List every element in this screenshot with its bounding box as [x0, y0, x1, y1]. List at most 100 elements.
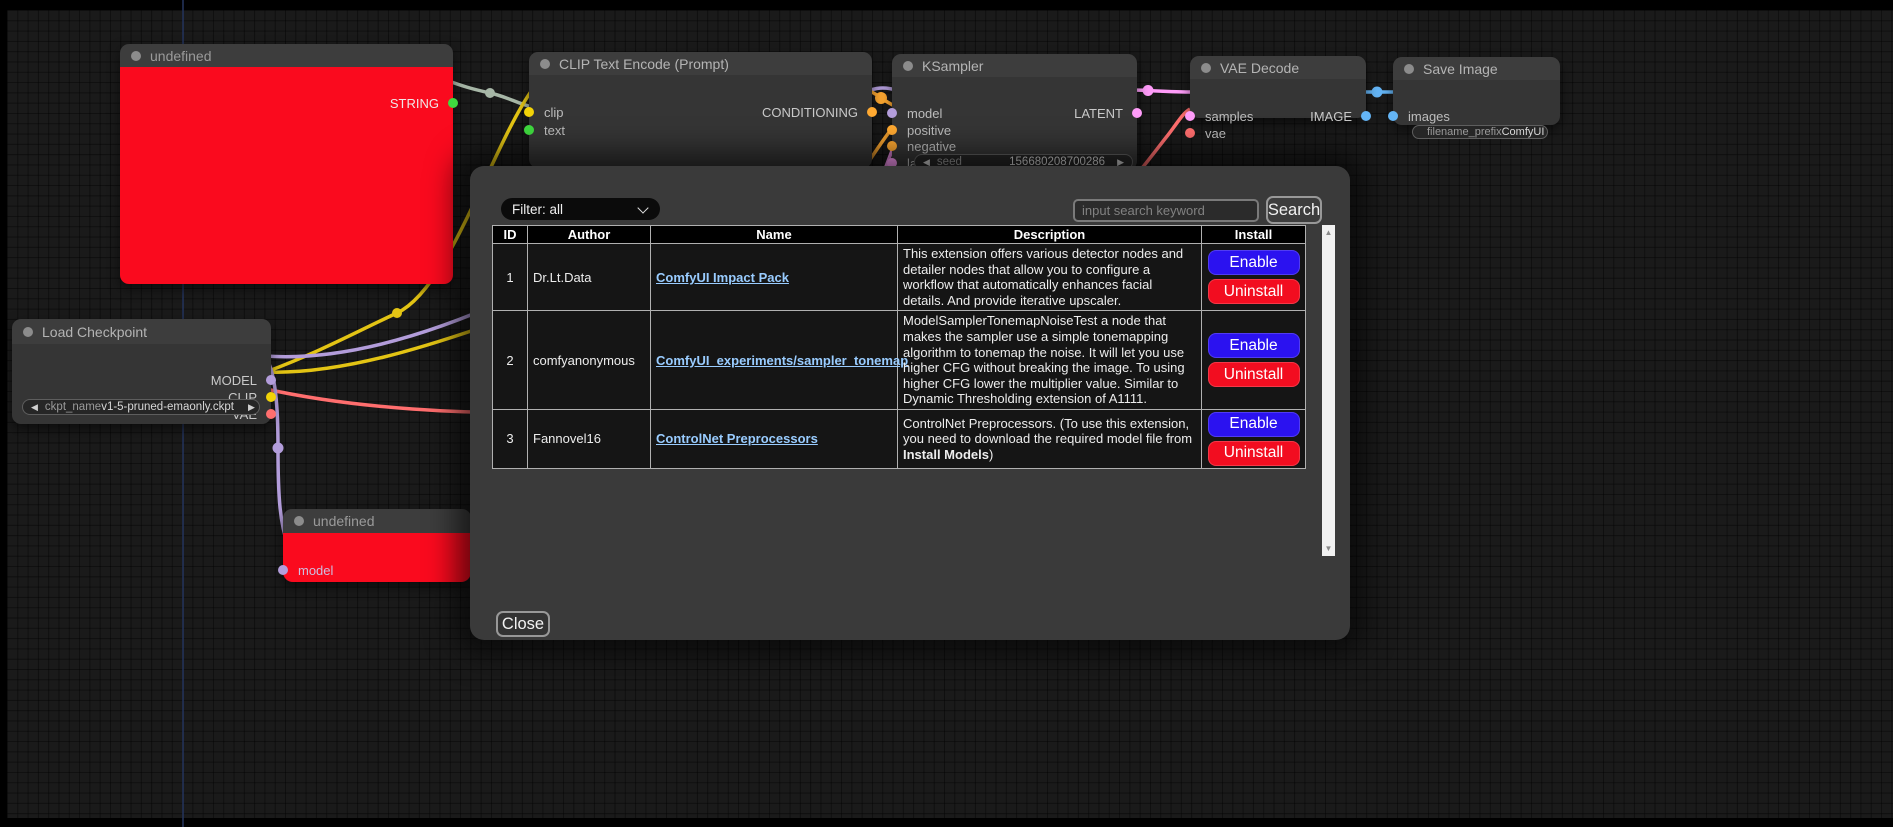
reroute-dot-latent[interactable] [1143, 85, 1154, 96]
filename-prefix-widget[interactable]: filename_prefix ComfyUI [1412, 125, 1548, 139]
node-header[interactable]: VAE Decode [1190, 56, 1366, 79]
scroll-down-icon[interactable]: ▼ [1322, 542, 1335, 555]
output-label-string: STRING [390, 97, 439, 110]
node-header[interactable]: KSampler [892, 54, 1137, 77]
output-label-latent: LATENT [1074, 107, 1123, 120]
node-header[interactable]: Save Image [1393, 57, 1560, 80]
input-port-negative[interactable] [887, 141, 897, 151]
input-port-model[interactable] [278, 565, 288, 575]
widget-name: ckpt_name [45, 401, 101, 413]
cell-description: ControlNet Preprocessors. (To use this e… [898, 409, 1202, 468]
input-label-negative: negative [907, 140, 956, 153]
node-title: Save Image [1423, 61, 1498, 77]
node-body: clip text CONDITIONING [529, 75, 872, 168]
input-port-vae[interactable] [1185, 128, 1195, 138]
reroute-dot-conditioning[interactable] [875, 92, 887, 104]
col-header-id: ID [493, 226, 528, 244]
collapse-dot-icon[interactable] [540, 59, 550, 69]
output-port-vae[interactable] [266, 409, 276, 419]
collapse-dot-icon[interactable] [903, 61, 913, 71]
input-label-model: model [907, 107, 942, 120]
output-port-latent[interactable] [1132, 108, 1142, 118]
node-header[interactable]: Load Checkpoint [12, 319, 271, 344]
reroute-dot-string[interactable] [485, 88, 495, 98]
decrement-arrow-icon[interactable]: ◀ [31, 403, 38, 412]
cell-description: ModelSamplerTonemapNoiseTest a node that… [898, 311, 1202, 410]
output-port-clip[interactable] [266, 392, 276, 402]
reroute-dot-image[interactable] [1372, 87, 1383, 98]
ckpt-name-widget[interactable]: ◀ ckpt_name v1-5-pruned-emaonly.ckpt ▶ [22, 399, 260, 415]
extensions-scroll-area: ID Author Name Description Install 1 Dr.… [492, 225, 1338, 558]
reroute-dot-model[interactable] [273, 443, 284, 454]
node-title: Load Checkpoint [42, 324, 147, 340]
node-body: images filename_prefix ComfyUI [1393, 80, 1560, 125]
scroll-up-icon[interactable]: ▲ [1322, 226, 1335, 239]
table-row: 1 Dr.Lt.Data ComfyUI Impact Pack This ex… [493, 244, 1306, 311]
collapse-dot-icon[interactable] [131, 51, 141, 61]
node-body: samples vae IMAGE [1190, 79, 1366, 118]
output-port-string[interactable] [448, 98, 458, 108]
uninstall-button[interactable]: Uninstall [1208, 279, 1300, 304]
enable-button[interactable]: Enable [1208, 412, 1300, 437]
uninstall-button[interactable]: Uninstall [1208, 441, 1300, 466]
search-button[interactable]: Search [1266, 196, 1322, 224]
node-undefined-top[interactable]: undefined STRING [120, 44, 453, 284]
node-load-checkpoint[interactable]: Load Checkpoint MODEL CLIP VAE ◀ ckpt_na… [12, 319, 271, 424]
collapse-dot-icon[interactable] [1201, 63, 1211, 73]
table-row: 3 Fannovel16 ControlNet Preprocessors Co… [493, 409, 1306, 468]
enable-button[interactable]: Enable [1208, 250, 1300, 275]
cell-author: comfyanonymous [528, 311, 651, 410]
input-port-text[interactable] [524, 125, 534, 135]
output-port-model[interactable] [266, 375, 276, 385]
close-button[interactable]: Close [496, 611, 550, 637]
scrollbar[interactable]: ▲ ▼ [1322, 225, 1335, 556]
input-label-positive: positive [907, 124, 951, 137]
output-port-image[interactable] [1361, 111, 1371, 121]
input-label-model: model [298, 564, 333, 577]
collapse-dot-icon[interactable] [294, 516, 304, 526]
input-port-model[interactable] [887, 108, 897, 118]
search-input[interactable] [1073, 199, 1259, 222]
input-port-samples[interactable] [1185, 111, 1195, 121]
node-header[interactable]: undefined [283, 509, 471, 533]
node-header[interactable]: undefined [120, 44, 453, 67]
node-clip-text-encode[interactable]: CLIP Text Encode (Prompt) clip text COND… [529, 52, 872, 168]
cell-id: 3 [493, 409, 528, 468]
custom-nodes-manager-dialog: Filter: all Search ID Author Name Descri… [470, 166, 1350, 640]
widget-value: v1-5-pruned-emaonly.ckpt [101, 401, 234, 413]
output-label-conditioning: CONDITIONING [762, 106, 858, 119]
node-title: KSampler [922, 58, 983, 74]
input-port-images[interactable] [1388, 111, 1398, 121]
extensions-table: ID Author Name Description Install 1 Dr.… [492, 225, 1306, 469]
collapse-dot-icon[interactable] [1404, 64, 1414, 74]
reroute-dot-clip[interactable] [392, 308, 402, 318]
wire-latent-to-samples [1129, 90, 1190, 92]
chevron-down-icon [637, 202, 648, 213]
cell-id: 2 [493, 311, 528, 410]
node-header[interactable]: CLIP Text Encode (Prompt) [529, 52, 872, 75]
increment-arrow-icon[interactable]: ▶ [248, 403, 255, 412]
col-header-install: Install [1202, 226, 1306, 244]
node-ksampler[interactable]: KSampler model positive negative latent_… [892, 54, 1137, 170]
collapse-dot-icon[interactable] [23, 327, 33, 337]
extension-link[interactable]: ControlNet Preprocessors [656, 431, 818, 446]
cell-author: Dr.Lt.Data [528, 244, 651, 311]
input-label-clip: clip [544, 106, 564, 119]
output-port-conditioning[interactable] [867, 107, 877, 117]
extension-link[interactable]: ComfyUI_experiments/sampler_tonemap [656, 353, 908, 368]
input-port-clip[interactable] [524, 107, 534, 117]
node-save-image[interactable]: Save Image images filename_prefix ComfyU… [1393, 57, 1560, 125]
extension-link[interactable]: ComfyUI Impact Pack [656, 270, 789, 285]
cell-description: This extension offers various detector n… [898, 244, 1202, 311]
enable-button[interactable]: Enable [1208, 333, 1300, 358]
node-vae-decode[interactable]: VAE Decode samples vae IMAGE [1190, 56, 1366, 118]
col-header-description: Description [898, 226, 1202, 244]
node-body: STRING [120, 67, 453, 284]
cell-author: Fannovel16 [528, 409, 651, 468]
node-undefined-bottom[interactable]: undefined model [283, 509, 471, 582]
node-title: CLIP Text Encode (Prompt) [559, 56, 729, 72]
input-port-positive[interactable] [887, 125, 897, 135]
uninstall-button[interactable]: Uninstall [1208, 362, 1300, 387]
filter-select[interactable]: Filter: all [501, 198, 660, 220]
node-body: model positive negative latent_image LAT… [892, 77, 1137, 170]
